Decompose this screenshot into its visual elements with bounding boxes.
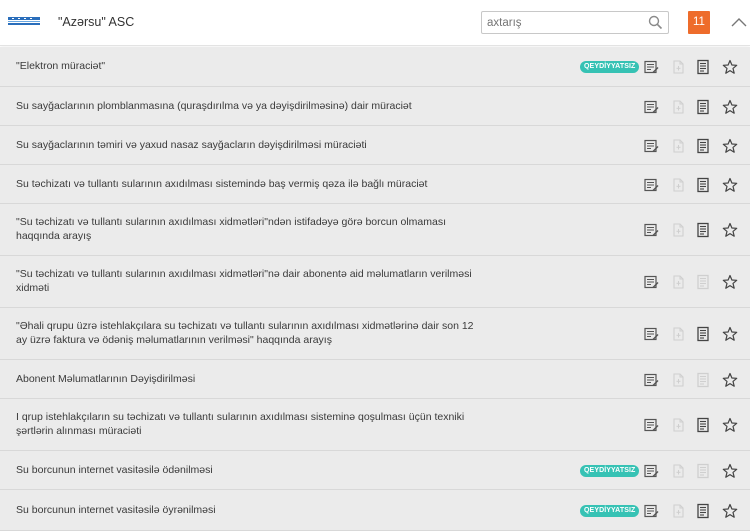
file-icon[interactable] (670, 503, 686, 519)
page-title: "Azərsu" ASC (58, 15, 135, 29)
file-icon[interactable] (670, 326, 686, 342)
search-input[interactable] (482, 12, 642, 33)
chevron-up-icon[interactable] (729, 15, 749, 29)
file-icon[interactable] (670, 222, 686, 238)
service-row[interactable]: Su sayğaclarının təmiri və yaxud nasaz s… (0, 126, 750, 165)
service-row[interactable]: "Su təchizatı və tullantı sularının axıd… (0, 204, 750, 256)
service-row[interactable]: Abonent Məlumatlarının Dəyişdirilməsi (0, 360, 750, 399)
apply-form-icon[interactable] (643, 372, 659, 388)
document-list-icon[interactable] (695, 326, 711, 342)
apply-form-icon[interactable] (643, 177, 659, 193)
azersu-logo (8, 17, 40, 25)
star-icon[interactable] (722, 417, 738, 433)
service-row[interactable]: Su təchizatı və tullantı sularının axıdı… (0, 165, 750, 204)
document-list-icon[interactable] (695, 59, 711, 75)
service-row[interactable]: "Su təchizatı və tullantı sularının axıd… (0, 256, 750, 308)
file-icon[interactable] (670, 463, 686, 479)
service-list: "Elektron müraciət" QEYDİYYATSIZ Su sayğac… (0, 47, 750, 531)
no-registration-badge: QEYDİYYATSIZ (580, 465, 640, 477)
service-row[interactable]: Su sayğaclarının plomblanmasına (quraşdı… (0, 87, 750, 126)
service-title-link[interactable]: "Su təchizatı və tullantı sularının axıd… (16, 267, 476, 295)
apply-form-icon[interactable] (643, 222, 659, 238)
star-icon[interactable] (722, 138, 738, 154)
document-list-icon[interactable] (695, 417, 711, 433)
service-title-link[interactable]: Su təchizatı və tullantı sularının axıdı… (16, 177, 476, 191)
apply-form-icon[interactable] (643, 417, 659, 433)
service-title-link[interactable]: Su sayğaclarının plomblanmasına (quraşdı… (16, 99, 476, 113)
file-icon[interactable] (670, 177, 686, 193)
file-icon[interactable] (670, 138, 686, 154)
star-icon[interactable] (722, 503, 738, 519)
search-box[interactable] (481, 11, 669, 34)
apply-form-icon[interactable] (643, 59, 659, 75)
service-title-link[interactable]: "Elektron müraciət" (16, 59, 476, 73)
document-list-icon[interactable] (695, 372, 711, 388)
file-icon[interactable] (670, 59, 686, 75)
star-icon[interactable] (722, 177, 738, 193)
document-list-icon[interactable] (695, 503, 711, 519)
service-title-link[interactable]: "Əhali qrupu üzrə istehlakçılara su təch… (16, 319, 476, 347)
no-registration-badge: QEYDİYYATSIZ (580, 61, 640, 73)
file-icon[interactable] (670, 417, 686, 433)
star-icon[interactable] (722, 372, 738, 388)
service-title-link[interactable]: Su borcunun internet vasitəsilə ödənilmə… (16, 463, 476, 477)
document-list-icon[interactable] (695, 274, 711, 290)
star-icon[interactable] (722, 99, 738, 115)
star-icon[interactable] (722, 59, 738, 75)
service-row[interactable]: "Əhali qrupu üzrə istehlakçılara su təch… (0, 308, 750, 360)
service-row[interactable]: I qrup istehlakçıların su təchizatı və t… (0, 399, 750, 451)
apply-form-icon[interactable] (643, 503, 659, 519)
no-registration-badge: QEYDİYYATSIZ (580, 505, 640, 517)
service-title-link[interactable]: "Su təchizatı və tullantı sularının axıd… (16, 215, 476, 243)
file-icon[interactable] (670, 274, 686, 290)
service-title-link[interactable]: Su sayğaclarının təmiri və yaxud nasaz s… (16, 138, 476, 152)
service-row[interactable]: "Elektron müraciət" QEYDİYYATSIZ (0, 47, 750, 87)
service-row[interactable]: Su borcunun internet vasitəsilə öyrənilm… (0, 490, 750, 531)
service-row[interactable]: Su borcunun internet vasitəsilə ödənilmə… (0, 451, 750, 490)
file-icon[interactable] (670, 99, 686, 115)
document-list-icon[interactable] (695, 222, 711, 238)
file-icon[interactable] (670, 372, 686, 388)
page-header: "Azərsu" ASC 11 (0, 0, 750, 46)
service-title-link[interactable]: Su borcunun internet vasitəsilə öyrənilm… (16, 503, 476, 517)
star-icon[interactable] (722, 463, 738, 479)
apply-form-icon[interactable] (643, 326, 659, 342)
document-list-icon[interactable] (695, 99, 711, 115)
service-title-link[interactable]: I qrup istehlakçıların su təchizatı və t… (16, 410, 476, 438)
notification-count-badge[interactable]: 11 (688, 11, 710, 34)
search-icon[interactable] (648, 15, 663, 30)
star-icon[interactable] (722, 326, 738, 342)
document-list-icon[interactable] (695, 463, 711, 479)
apply-form-icon[interactable] (643, 99, 659, 115)
apply-form-icon[interactable] (643, 463, 659, 479)
star-icon[interactable] (722, 274, 738, 290)
apply-form-icon[interactable] (643, 274, 659, 290)
apply-form-icon[interactable] (643, 138, 659, 154)
star-icon[interactable] (722, 222, 738, 238)
document-list-icon[interactable] (695, 177, 711, 193)
service-title-link[interactable]: Abonent Məlumatlarının Dəyişdirilməsi (16, 372, 476, 386)
document-list-icon[interactable] (695, 138, 711, 154)
